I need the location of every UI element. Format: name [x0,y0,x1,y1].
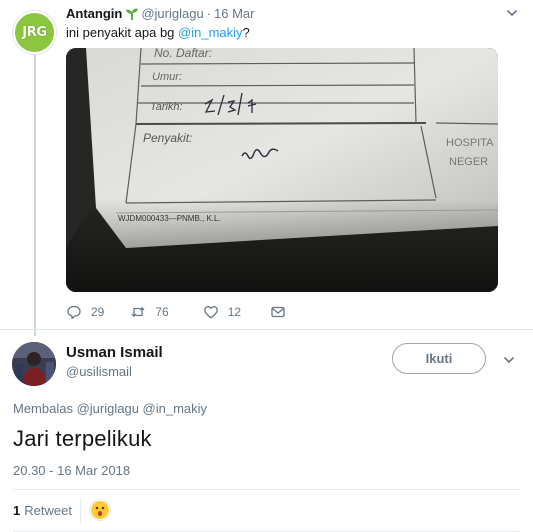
display-name[interactable]: Antangin [66,6,122,21]
tweet-actions: 29 76 12 [66,303,295,321]
avatar[interactable] [12,342,56,386]
follow-button[interactable]: Ikuti [392,343,486,374]
form-label-penyakit: Penyakit: [143,131,192,145]
sprout-icon [126,8,139,20]
form-label-no-daftar: No. Daftar: [154,48,212,60]
hospital-form-image: No. Daftar: Umur: Tarikh: Penyakit: HOSP… [66,48,498,292]
chevron-down-icon[interactable] [505,6,519,20]
retweet-button[interactable]: 76 [130,304,169,320]
tweet-text-end: ? [242,25,250,40]
stats-top-divider [13,489,520,490]
form-label-tarikh: Tarikh: [150,101,183,113]
mention-link[interactable]: @in_makiy [143,401,208,416]
tweet-text-start: ini penyakit apa bg [66,25,179,40]
stats-separator [80,498,81,524]
user-handle[interactable]: @juriglagu [141,6,203,21]
reply-button[interactable]: 29 [66,304,104,320]
tweet-timestamp[interactable]: 20.30 - 16 Mar 2018 [13,463,130,478]
thread-connector-line [34,54,36,336]
avatar-label: JRG [22,25,47,40]
direct-message-button[interactable] [270,304,295,320]
display-name[interactable]: Usman Ismail [66,344,163,361]
reply-icon [67,305,81,320]
retweet-stats[interactable]: 1 Retweet [13,503,72,518]
retweet-label: Retweet [24,503,72,518]
replying-to: Membalas @juriglagu @in_makiy [13,401,207,416]
tweet-text: ini penyakit apa bg @in_makiy? [66,25,250,40]
user-handle[interactable]: @usilismail [66,364,132,379]
retweet-count: 1 [13,503,21,518]
tweet-header: Antangin @juriglagu · 16 Mar [66,6,254,21]
hospital-text: HOSPITA [446,137,494,149]
chevron-down-icon[interactable] [502,353,516,367]
retweeter-avatar[interactable] [89,499,111,521]
like-count: 12 [227,305,242,319]
mention-link[interactable]: @in_makiy [178,25,243,40]
heart-icon [203,305,218,319]
parent-tweet[interactable]: JRG Antangin @juriglagu · 16 Mar ini pen… [0,0,533,336]
separator-dot: · [206,6,212,21]
form-footer-code: WJDM000433—PNMB., K.L. [118,214,221,223]
reply-count: 29 [91,305,105,319]
tweet-photo[interactable]: No. Daftar: Umur: Tarikh: Penyakit: HOSP… [66,48,498,292]
form-label-umur: Umur: [152,71,182,83]
retweet-icon [131,307,145,317]
negeri-text: NEGER [449,156,488,168]
replying-prefix: Membalas [13,401,77,416]
avatar[interactable]: JRG [13,11,56,54]
avatar-image [12,342,56,386]
tweet-divider [0,329,533,330]
like-button[interactable]: 12 [203,304,241,320]
retweet-count: 76 [155,305,169,319]
mention-link[interactable]: @juriglagu [77,401,139,416]
tweet-date[interactable]: 16 Mar [214,6,254,21]
tweet-text: Jari terpelikuk [13,426,152,451]
surprised-face-icon [91,501,109,519]
envelope-icon [271,306,285,318]
